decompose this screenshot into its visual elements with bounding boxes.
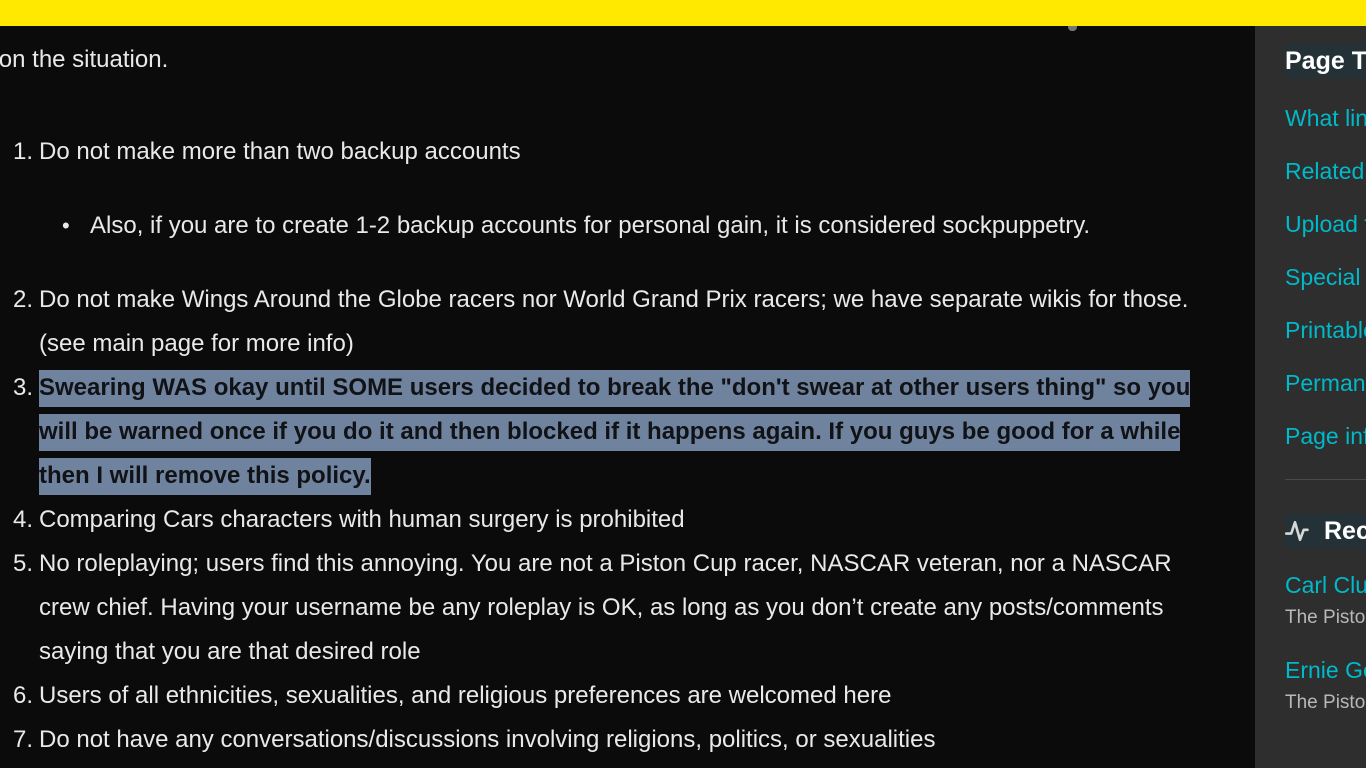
- rule-text: Pages that you create that are not racer…: [39, 762, 1204, 768]
- intro-paragraph-tail: depending on the situation.: [0, 46, 169, 73]
- rail-link-upload-file[interactable]: Upload file: [1285, 198, 1366, 251]
- recent-change-wiki-name: The Piston Cup Wiki: [1285, 607, 1366, 628]
- page-tools-heading: Page Tools: [1285, 44, 1366, 78]
- rule-item: 1. Do not make more than two backup acco…: [0, 130, 1255, 174]
- selection-highlight: Swearing WAS okay until SOME users decid…: [39, 370, 1191, 495]
- rule-text: Do not make more than two backup account…: [39, 138, 521, 165]
- pulse-activity-icon: [1284, 516, 1315, 546]
- rail-link-page-information[interactable]: Page information: [1285, 410, 1366, 463]
- rule-text: Comparing Cars characters with human sur…: [39, 506, 685, 533]
- rule-number: 6.: [12, 682, 33, 709]
- rule-item: 6. Users of all ethnicities, sexualities…: [0, 674, 1255, 718]
- rail-link-special-pages[interactable]: Special pages: [1285, 251, 1366, 304]
- rules-ordered-list: 1. Do not make more than two backup acco…: [0, 130, 1255, 768]
- rule-item-selected: 3. Swearing WAS okay until SOME users de…: [0, 366, 1255, 498]
- rule-sub-item: • Also, if you are to create 1-2 backup …: [0, 204, 1255, 248]
- recent-change-link[interactable]: Carl Clutchen: [1285, 570, 1366, 600]
- rule-number: 4.: [12, 506, 33, 533]
- rail-link-related-changes[interactable]: Related changes: [1285, 145, 1366, 198]
- rule-item: 2. Do not make Wings Around the Globe ra…: [0, 278, 1255, 366]
- article-content: depending on the situation. 1. Do not ma…: [0, 26, 1255, 768]
- recent-changes-section: Recent Changes Carl Clutchen The Piston …: [1284, 514, 1366, 718]
- recent-change-item: Carl Clutchen The Piston Cup Wiki: [1285, 570, 1366, 633]
- rule-number: 2.: [12, 286, 33, 313]
- rail-divider: [1285, 479, 1366, 480]
- recent-change-wiki-name: The Piston Cup Wiki: [1285, 692, 1366, 713]
- notification-banner[interactable]: [0, 0, 1366, 26]
- bullet-icon: •: [62, 213, 70, 238]
- rail-link-printable-version[interactable]: Printable version: [1285, 304, 1366, 357]
- rule-item: 5. No roleplaying; users find this annoy…: [0, 542, 1255, 674]
- rule-number: 8.: [0, 762, 39, 768]
- rule-text: Do not make Wings Around the Globe racer…: [39, 286, 1189, 357]
- rule-number: 3.: [12, 374, 33, 401]
- right-rail: Page Tools What links here Related chang…: [1255, 26, 1366, 768]
- recent-change-item: Ernie Gearson The Piston Cup Wiki: [1285, 655, 1366, 718]
- rule-item: 8. Pages that you create that are not ra…: [0, 762, 1255, 768]
- recent-changes-heading: Recent Changes: [1284, 514, 1366, 548]
- rule-text-selected: Swearing WAS okay until SOME users decid…: [39, 366, 1204, 498]
- browser-viewport: depending on the situation. 1. Do not ma…: [0, 0, 1366, 768]
- rail-link-what-links-here[interactable]: What links here: [1285, 92, 1366, 145]
- rule-number: 1.: [12, 138, 33, 165]
- rule-number: 5.: [12, 550, 33, 577]
- rule-text: Do not have any conversations/discussion…: [39, 726, 936, 753]
- rule-number: 7.: [12, 726, 33, 753]
- rule-item: 7. Do not have any conversations/discuss…: [0, 718, 1255, 762]
- right-rail-inner: Page Tools What links here Related chang…: [1255, 26, 1366, 718]
- recent-changes-title: Recent Changes: [1324, 517, 1366, 545]
- rail-link-permanent-link[interactable]: Permanent link: [1285, 357, 1366, 410]
- rule-sub-text: Also, if you are to create 1-2 backup ac…: [90, 212, 1091, 239]
- rule-item: 4. Comparing Cars characters with human …: [0, 498, 1255, 542]
- recent-change-link[interactable]: Ernie Gearson: [1285, 655, 1366, 685]
- rule-text: Users of all ethnicities, sexualities, a…: [39, 682, 892, 709]
- rule-text: No roleplaying; users find this annoying…: [39, 550, 1172, 665]
